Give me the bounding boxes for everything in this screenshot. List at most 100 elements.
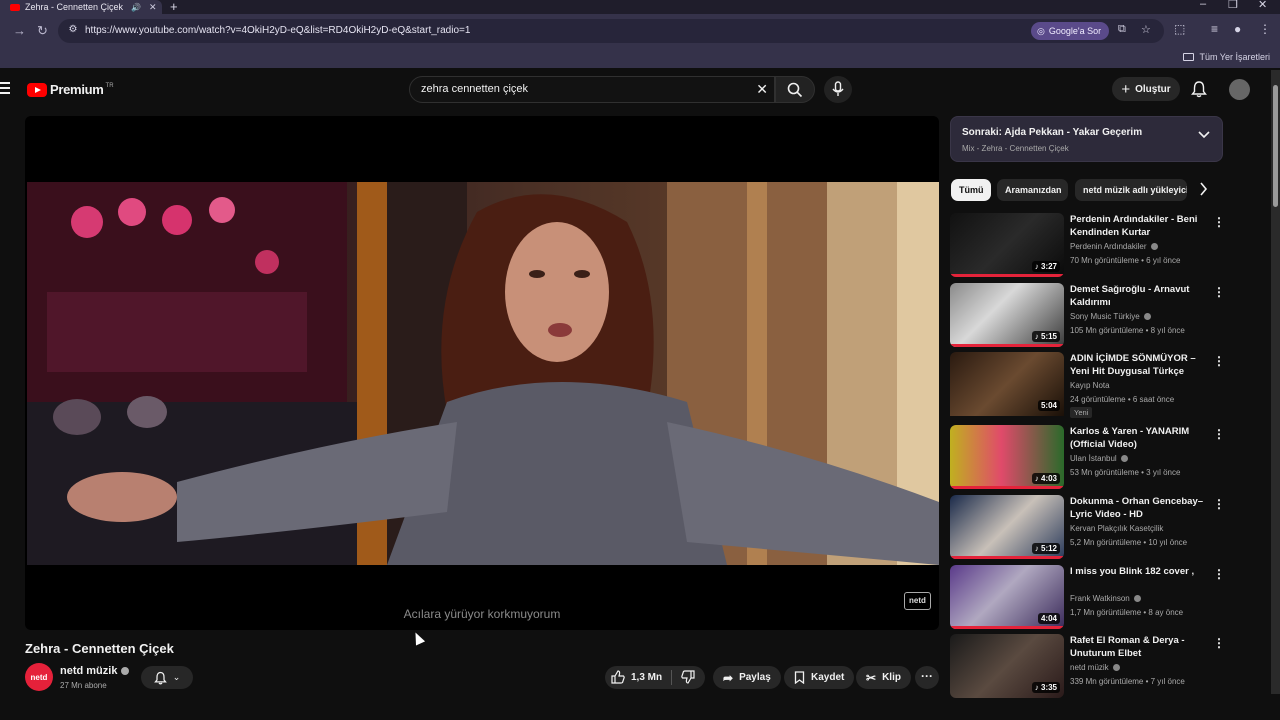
more-options-icon[interactable]: ⋮	[1213, 354, 1225, 368]
close-window-icon[interactable]: ✕	[1258, 0, 1267, 11]
recommended-channel[interactable]: netd müzik	[1070, 663, 1120, 672]
recommended-channel-name[interactable]: Ulan İstanbul	[1070, 454, 1117, 463]
duration-badge: ♪ 5:15	[1031, 331, 1060, 342]
search-button[interactable]	[775, 76, 815, 103]
video-thumbnail[interactable]: ♪ 3:27	[950, 213, 1064, 277]
chip-all[interactable]: Tümü	[951, 179, 991, 201]
recommended-video[interactable]: ♪ 5:12 Dokunma - Orhan Gencebay– Lyric V…	[950, 495, 1270, 561]
speaker-icon[interactable]: 🔊	[131, 3, 141, 12]
video-thumbnail[interactable]: ♪ 4:03	[950, 425, 1064, 489]
page-scrollbar-thumb[interactable]	[1273, 85, 1278, 207]
save-button[interactable]: Kaydet	[784, 666, 855, 689]
recommended-channel[interactable]: Ulan İstanbul	[1070, 454, 1128, 463]
hamburger-menu-icon[interactable]	[0, 82, 10, 97]
forward-icon[interactable]: →	[13, 23, 26, 38]
recommended-video[interactable]: 5:04 ADIN İÇİMDE SÖNMÜYOR – Yeni Hit Duy…	[950, 352, 1270, 418]
maximize-icon[interactable]: ❐	[1228, 0, 1238, 11]
voice-search-button[interactable]	[824, 76, 852, 103]
google-ask-button[interactable]: ◎ Google'a Sor	[1031, 22, 1110, 40]
channel-watermark[interactable]: netd	[904, 592, 931, 610]
recommended-title[interactable]: Karlos & Yaren - YANARIM (Official Video…	[1070, 425, 1210, 451]
more-options-icon[interactable]: ⋮	[1213, 285, 1225, 299]
account-avatar[interactable]	[1229, 79, 1250, 100]
recommended-video[interactable]: 4:04 I miss you Blink 182 cover , Frank …	[950, 565, 1270, 631]
create-button[interactable]: + Oluştur	[1112, 77, 1180, 101]
recommended-channel-name[interactable]: Sony Music Türkiye	[1070, 312, 1140, 321]
playlist-next-up-panel[interactable]: Sonraki: Ajda Pekkan - Yakar Geçerim Mix…	[950, 116, 1223, 162]
chip-uploader[interactable]: netd müzik adlı yükleyici	[1075, 179, 1187, 201]
url-text[interactable]: https://www.youtube.com/watch?v=4OkiH2yD…	[85, 25, 470, 36]
clip-button[interactable]: ✂ Klip	[856, 666, 911, 689]
duration-badge: 4:04	[1037, 613, 1060, 624]
more-options-icon[interactable]: ⋮	[1213, 497, 1225, 511]
all-bookmarks-label: Tüm Yer İşaretleri	[1199, 52, 1270, 62]
minimize-icon[interactable]: –	[1200, 0, 1206, 10]
recommended-channel[interactable]: Kayıp Nota	[1070, 381, 1110, 390]
more-options-icon[interactable]: ⋮	[1213, 215, 1225, 229]
recommended-channel[interactable]: Sony Music Türkiye	[1070, 312, 1151, 321]
subscribed-notifications-button[interactable]: ⌄	[141, 666, 193, 689]
all-bookmarks-button[interactable]: Tüm Yer İşaretleri	[1183, 52, 1270, 62]
recommended-channel-name[interactable]: Frank Watkinson	[1070, 594, 1130, 603]
recommended-title[interactable]: Perdenin Ardındakiler - Beni Kendinden K…	[1070, 213, 1210, 239]
like-button[interactable]: 1,3 Mn	[611, 670, 662, 684]
video-thumbnail[interactable]: ♪ 5:12	[950, 495, 1064, 559]
youtube-premium-logo[interactable]: Premium TR	[27, 82, 114, 97]
video-thumbnail[interactable]: 4:04	[950, 565, 1064, 629]
close-tab-icon[interactable]: ✕	[149, 2, 157, 13]
recommended-title[interactable]: Rafet El Roman & Derya - Unuturum Elbet	[1070, 634, 1210, 660]
recommended-meta: 5,2 Mn görüntüleme • 10 yıl önce	[1070, 538, 1188, 547]
video-frame[interactable]	[27, 182, 939, 565]
profile-icon[interactable]: ●	[1234, 22, 1241, 36]
clear-search-icon[interactable]: ✕	[756, 81, 768, 98]
extensions-icon[interactable]: ⬚	[1174, 22, 1185, 36]
clip-label: Klip	[882, 672, 901, 683]
recommended-channel[interactable]: Kervan Plakçılık Kasetçilik	[1070, 524, 1163, 533]
search-input[interactable]: zehra cennetten çiçek ✕	[409, 76, 775, 103]
recommended-channel-name[interactable]: Perdenin Ardındakiler	[1070, 242, 1147, 251]
more-options-icon[interactable]: ⋮	[1213, 567, 1225, 581]
recommended-channel[interactable]: Perdenin Ardındakiler	[1070, 242, 1158, 251]
more-options-icon[interactable]: ⋮	[1213, 636, 1225, 650]
recommended-channel-name[interactable]: netd müzik	[1070, 663, 1109, 672]
caption-text: Acılara yürüyor korkmuyorum	[403, 607, 561, 621]
chevron-right-icon[interactable]	[1199, 182, 1208, 196]
more-actions-button[interactable]: ···	[915, 666, 939, 689]
channel-name[interactable]: netd müzik	[60, 665, 117, 677]
recommended-video[interactable]: ♪ 5:15 Demet Sağıroğlu - Arnavut Kaldırı…	[950, 283, 1270, 349]
recommended-channel-name[interactable]: Kayıp Nota	[1070, 381, 1110, 390]
install-app-icon[interactable]: ⧉	[1118, 23, 1126, 36]
recommended-title[interactable]: ADIN İÇİMDE SÖNMÜYOR – Yeni Hit Duygusal…	[1070, 352, 1210, 379]
bookmark-star-icon[interactable]: ☆	[1141, 23, 1151, 36]
new-tab-icon[interactable]: +	[170, 0, 178, 14]
recommended-video[interactable]: ♪ 3:35 Rafet El Roman & Derya - Unuturum…	[950, 634, 1270, 700]
chip-from-search[interactable]: Aramanızdan	[997, 179, 1068, 201]
video-thumbnail[interactable]: ♪ 3:35	[950, 634, 1064, 698]
recommended-video[interactable]: ♪ 4:03 Karlos & Yaren - YANARIM (Officia…	[950, 425, 1270, 491]
omnibox[interactable]: ⚙ https://www.youtube.com/watch?v=4OkiH2…	[58, 19, 1164, 43]
share-button[interactable]: ➦ Paylaş	[713, 666, 781, 689]
more-options-icon[interactable]: ⋮	[1213, 427, 1225, 441]
channel-avatar[interactable]: netd	[25, 663, 53, 691]
recommended-channel-name[interactable]: Kervan Plakçılık Kasetçilik	[1070, 524, 1163, 533]
recommended-title[interactable]: Dokunma - Orhan Gencebay– Lyric Video - …	[1070, 495, 1210, 521]
site-info-icon[interactable]: ⚙	[66, 24, 80, 38]
recommended-video[interactable]: ♪ 3:27 Perdenin Ardındakiler - Beni Kend…	[950, 213, 1270, 279]
bookmark-icon	[794, 671, 805, 684]
notifications-bell-icon[interactable]	[1191, 80, 1207, 98]
video-thumbnail[interactable]: 5:04	[950, 352, 1064, 416]
tab-title: Zehra - Cennetten Çiçek - Y	[25, 2, 125, 12]
chevron-down-icon[interactable]	[1198, 131, 1210, 139]
recommended-title[interactable]: I miss you Blink 182 cover ,	[1070, 565, 1210, 578]
recommended-title[interactable]: Demet Sağıroğlu - Arnavut Kaldırımı	[1070, 283, 1210, 309]
browser-menu-icon[interactable]: ⋮	[1259, 22, 1271, 36]
channel-name-link[interactable]: netd müzik	[60, 665, 130, 677]
search-query[interactable]: zehra cennetten çiçek	[421, 83, 528, 95]
video-player[interactable]: Acılara yürüyor korkmuyorum netd	[25, 116, 939, 630]
browser-tab[interactable]: Zehra - Cennetten Çiçek - Y 🔊 ✕	[0, 0, 162, 14]
reading-list-icon[interactable]: ≡	[1211, 22, 1218, 36]
video-thumbnail[interactable]: ♪ 5:15	[950, 283, 1064, 347]
recommended-channel[interactable]: Frank Watkinson	[1070, 594, 1141, 603]
dislike-button[interactable]	[681, 670, 695, 689]
reload-icon[interactable]: ↻	[37, 23, 48, 39]
